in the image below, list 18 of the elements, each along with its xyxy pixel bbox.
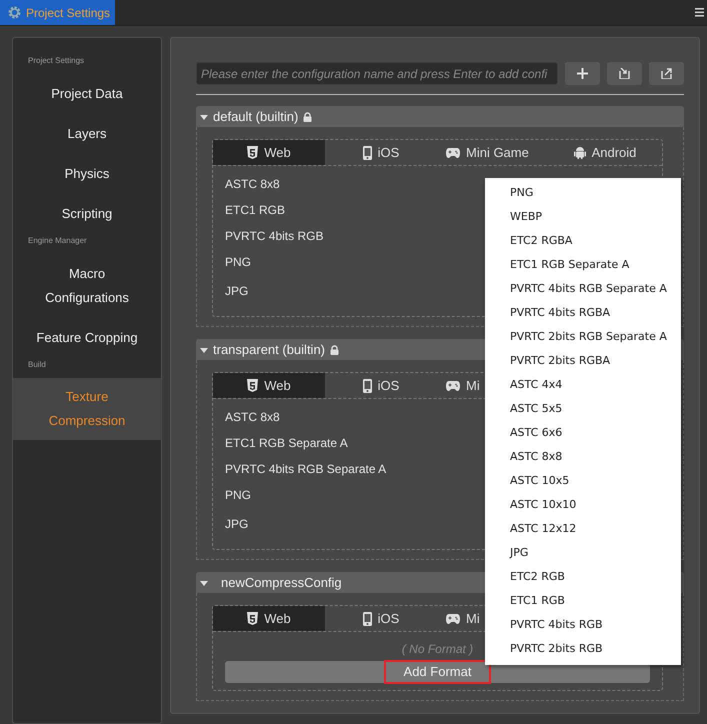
sidebar-group-label: Project Settings [27, 55, 86, 67]
config-name: newCompressConfig [220, 575, 342, 590]
format-name: JPG [225, 283, 248, 300]
empty-message: ( No Format ) [402, 641, 474, 658]
highlight-frame: Add Format [386, 662, 490, 682]
format-name: PVRTC 4bits RGB [225, 228, 324, 245]
sidebar-group-label: Engine Manager [27, 235, 88, 247]
format-name: PNG [225, 487, 252, 504]
format-name: ASTC 8x8 [225, 409, 280, 426]
sidebar-group-label: Build [27, 359, 47, 371]
format-name: ASTC 8x8 [225, 176, 280, 193]
format-name: PVRTC 4bits RGB Separate A [225, 461, 386, 478]
format-name: ETC1 RGB [225, 202, 286, 219]
format-name: JPG [225, 516, 248, 533]
config-name: default (builtin) [213, 109, 298, 124]
format-name: ETC1 RGB Separate A [225, 435, 348, 452]
config-name: transparent (builtin) [213, 342, 325, 357]
format-name: PNG [225, 254, 252, 271]
